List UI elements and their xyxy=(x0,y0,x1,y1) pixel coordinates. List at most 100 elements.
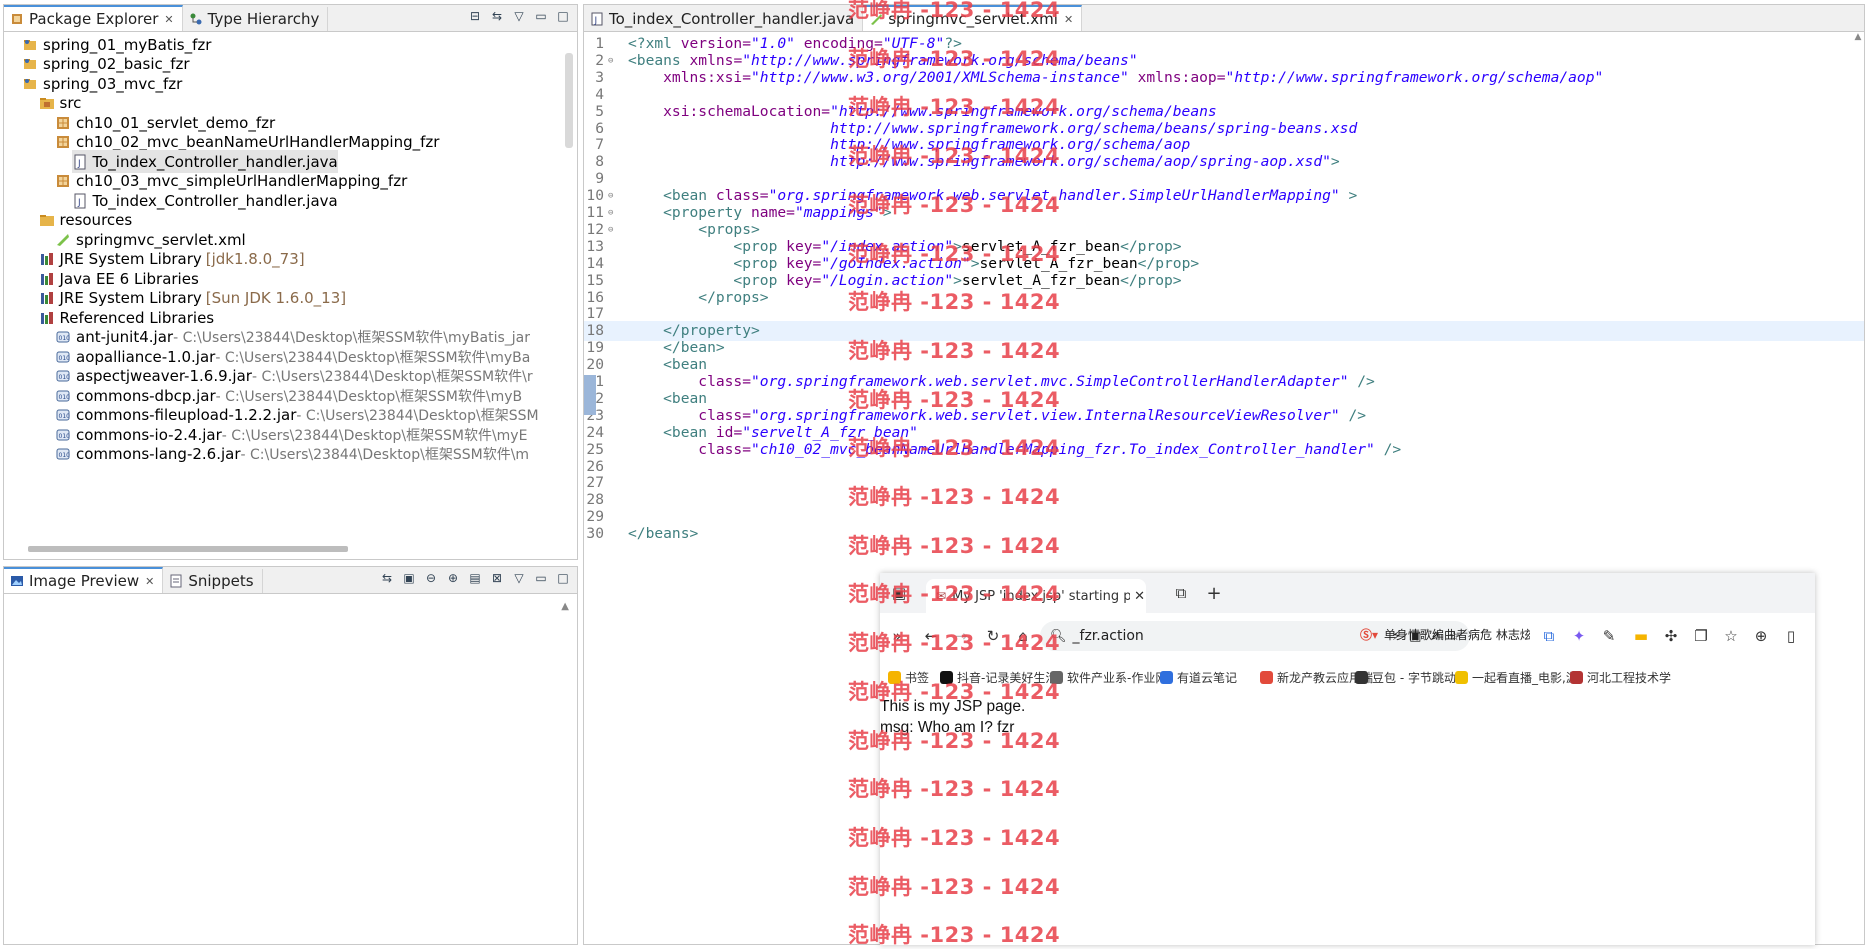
search-hint: 单身情歌编曲者病危 林志炫 xyxy=(1384,628,1530,642)
source-folder-icon xyxy=(39,95,55,111)
bookmark-label: 河北工程技术学 xyxy=(1587,671,1672,685)
tree-item-decoration: [Sun JDK 1.6.0_13] xyxy=(205,289,347,307)
maximize-icon[interactable]: □ xyxy=(555,8,571,24)
tab-package-explorer[interactable]: Package Explorer ✕ xyxy=(4,5,183,31)
watermark-text: 范峥冉 -123 - 1424 xyxy=(848,144,1061,169)
new-tab-button[interactable]: + xyxy=(1205,583,1223,604)
watermark-text: 范峥冉 -123 - 1424 xyxy=(848,387,1061,412)
watermark-text: 范峥冉 -123 - 1424 xyxy=(848,777,1061,802)
bookmark-item[interactable]: 河北工程技术学 xyxy=(1570,669,1671,686)
watermark-text: 范峥冉 -123 - 1424 xyxy=(848,0,1061,22)
jar-icon: 010 xyxy=(55,349,71,365)
code-token: </bean> xyxy=(628,339,725,357)
maximize-icon[interactable]: □ xyxy=(555,570,571,586)
minimize-icon[interactable]: ▭ xyxy=(533,570,549,586)
tree-vertical-scrollbar[interactable] xyxy=(565,53,573,148)
svg-text:010: 010 xyxy=(59,374,71,381)
bookmark-favicon-icon xyxy=(1570,671,1583,684)
code-token: key= xyxy=(786,271,822,289)
svg-text:J: J xyxy=(77,159,81,169)
image-preview-toolbar: ⇆ ▣ ⊖ ⊕ ▤ ⊠ ▽ ▭ □ xyxy=(379,570,571,586)
tab-image-preview[interactable]: Image Preview ✕ xyxy=(4,567,164,593)
address-text: _fzr.action xyxy=(1072,628,1144,644)
jar-path: - C:\Users\23844\Desktop\框架SSM xyxy=(296,408,539,424)
extension-app-icon[interactable]: ✎ xyxy=(1600,627,1618,645)
link-editor-icon[interactable]: ⇆ xyxy=(489,8,505,24)
tree-item-label: aspectjweaver-1.6.9.jar xyxy=(76,367,252,385)
watermark-text: 范峥冉 -123 - 1424 xyxy=(848,825,1061,850)
tree-item-label: Referenced Libraries xyxy=(59,308,215,327)
code-token: /> xyxy=(1348,373,1375,390)
package-icon xyxy=(12,14,22,24)
view-menu-icon[interactable]: ▽ xyxy=(511,8,527,24)
ai-star-icon[interactable]: ✦ xyxy=(1570,627,1588,645)
project-icon xyxy=(22,76,38,92)
watermark-text: 范峥冉 -123 - 1424 xyxy=(848,241,1061,266)
fit-image-icon[interactable]: ▣ xyxy=(401,570,417,586)
tree-item-label: JRE System Library xyxy=(59,289,202,307)
watermark-text: 范峥冉 -123 - 1424 xyxy=(848,46,1061,71)
jar-path: - C:\Users\23844\Desktop\框架SSM软件\m xyxy=(240,447,530,463)
code-token: key= xyxy=(786,254,822,272)
close-tab-icon[interactable]: ✕ xyxy=(1134,589,1145,604)
close-icon[interactable]: ✕ xyxy=(164,13,173,26)
folder-icon[interactable]: ▬ xyxy=(1632,627,1650,645)
close-icon[interactable]: ✕ xyxy=(145,575,154,588)
bookmark-item[interactable]: 豆包 - 字节跳动旗 xyxy=(1355,669,1468,686)
minimize-icon[interactable]: ▭ xyxy=(533,8,549,24)
search-engine-icon: Ⓢ▾ xyxy=(1360,628,1379,642)
tree-item-label: ant-junit4.jar xyxy=(76,328,174,346)
close-icon[interactable]: ✕ xyxy=(1064,13,1073,26)
jar-icon: 010 xyxy=(55,329,71,345)
download-icon[interactable]: ⊕ xyxy=(1752,627,1770,645)
puzzle-icon[interactable]: ✣ xyxy=(1662,627,1680,645)
bookmark-item[interactable]: 一起看直播_电影,游 xyxy=(1455,669,1578,686)
svg-text:010: 010 xyxy=(59,452,71,459)
fit-window-icon[interactable]: ⊠ xyxy=(489,570,505,586)
tree-item[interactable]: 010 commons-lang-2.6.jar - C:\Users\23844… xyxy=(55,443,529,466)
code-token: > xyxy=(1330,153,1340,171)
tab-snippets[interactable]: Snippets xyxy=(163,569,263,593)
code-token: </prop> xyxy=(1120,271,1182,289)
search-box[interactable]: Ⓢ▾ 单身情歌编曲者病危 林志炫 xyxy=(1360,626,1530,643)
favorites-icon[interactable]: ☆ xyxy=(1722,627,1740,645)
collapse-all-icon[interactable]: ⊟ xyxy=(467,8,483,24)
tree-item-label: To_index_Controller_handler.java xyxy=(92,152,338,171)
zoom-in-icon[interactable]: ⊕ xyxy=(445,570,461,586)
overview-ruler-scroll-arrow[interactable]: ▲ xyxy=(1852,32,1864,42)
translate-icon[interactable]: ⧉ xyxy=(1540,627,1558,645)
view-toolbar: ⊟ ⇆ ▽ ▭ □ xyxy=(467,8,571,24)
jar-path: - C:\Users\23844\Desktop\框架SSM软件\myBa xyxy=(215,349,531,366)
jar-path: - C:\Users\23844\Desktop\框架SSM软件\myE xyxy=(221,427,528,444)
tree-item-label: spring_01_myBatis_fzr xyxy=(43,35,212,54)
watermark-text: 范峥冉 -123 - 1424 xyxy=(848,582,1061,607)
code-token: xmlns= xyxy=(689,51,743,69)
jar-icon: 010 xyxy=(55,427,71,443)
actual-size-icon[interactable]: ▤ xyxy=(467,570,483,586)
bookmark-item[interactable]: 软件产业系-作业网 xyxy=(1050,669,1167,686)
scroll-up-arrow-icon[interactable]: ▲ xyxy=(561,601,569,612)
view-menu-icon[interactable]: ▽ xyxy=(511,570,527,586)
svg-text:010: 010 xyxy=(59,394,71,401)
code-token: <bean xyxy=(628,356,708,374)
link-icon[interactable]: ⇆ xyxy=(379,570,395,586)
watermark-text: 范峥冉 -123 - 1424 xyxy=(848,631,1061,656)
bookmark-item[interactable]: 有道云笔记 xyxy=(1160,669,1237,686)
zoom-out-icon[interactable]: ⊖ xyxy=(423,570,439,586)
code-token: xmlns:xsi= xyxy=(628,68,752,86)
tree-horizontal-scrollbar[interactable] xyxy=(28,546,348,552)
library-icon xyxy=(39,290,55,306)
code-token: <property xyxy=(628,204,752,221)
library-icon xyxy=(39,251,55,267)
java-file-icon: J xyxy=(72,193,88,209)
tab-groups-icon[interactable]: ⧉ xyxy=(1172,584,1190,602)
watermark-text: 范峥冉 -123 - 1424 xyxy=(848,485,1061,509)
tree-item-label: ch10_01_servlet_demo_fzr xyxy=(76,113,276,132)
copy-icon[interactable]: ❐ xyxy=(1692,627,1710,645)
tree-item-label: springmvc_servlet.xml xyxy=(76,230,246,249)
package-explorer-tabbar: Package Explorer ✕ Type Hierarchy ⊟ ⇆ ▽ … xyxy=(4,5,577,32)
jar-path: - C:\Users\23844\Desktop\框架SSM软件\r xyxy=(251,369,533,385)
sidebar-icon[interactable]: ▯ xyxy=(1782,627,1800,645)
tab-java-file[interactable]: J To_index_Controller_handler.java xyxy=(584,7,864,31)
tab-type-hierarchy[interactable]: Type Hierarchy xyxy=(183,7,329,31)
